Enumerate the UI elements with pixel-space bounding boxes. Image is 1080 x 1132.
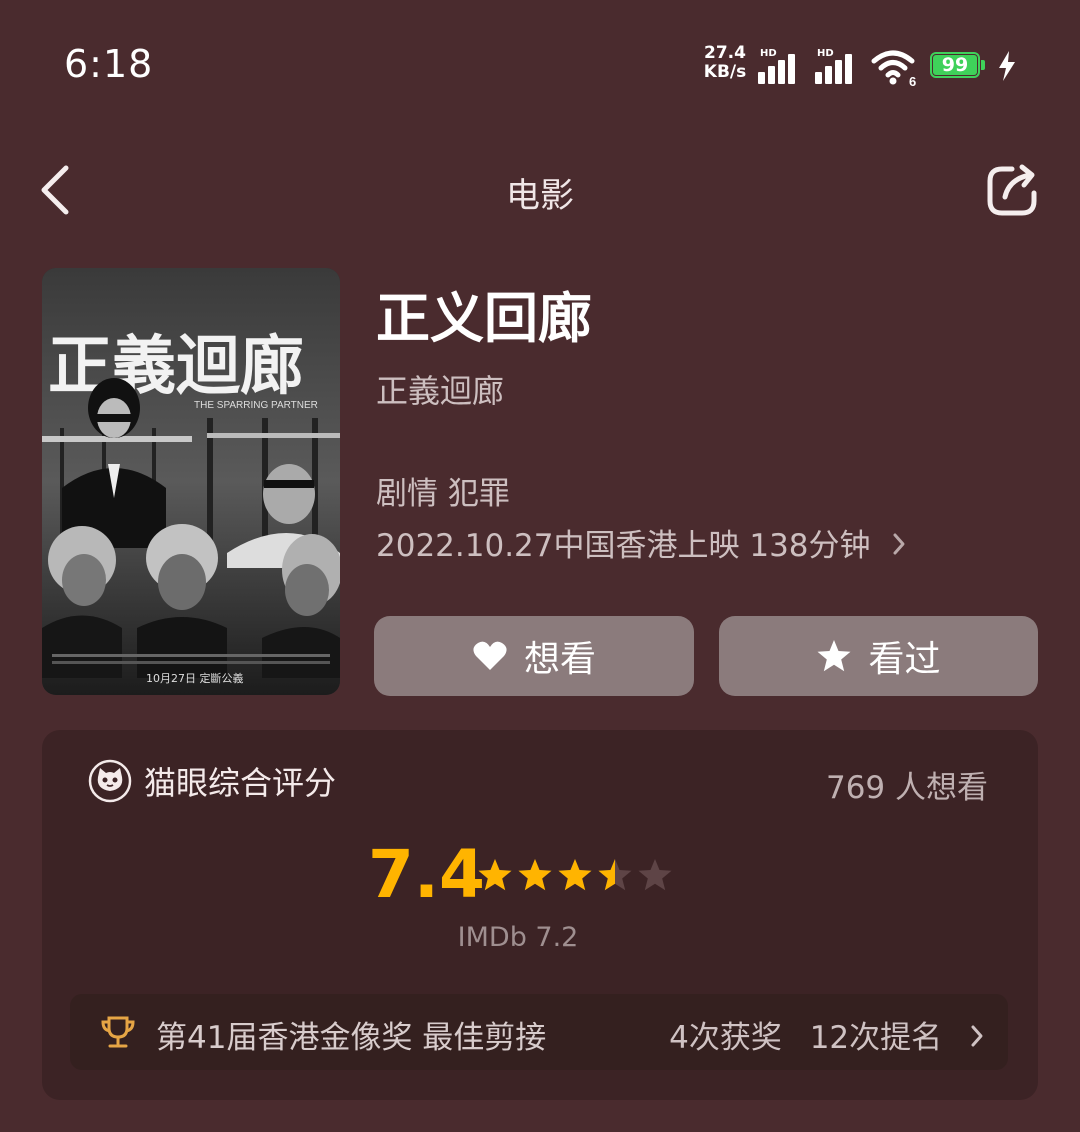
star-rating [477,858,677,898]
release-info-text: 2022.10.27中国香港上映 138分钟 [376,528,871,564]
imdb-rating: IMDb 7.2 [457,922,579,953]
share-icon [987,164,1037,216]
star-icon [478,859,512,891]
signal-icon: HD [815,48,861,84]
rating-score: 7.4 [368,836,485,913]
star-icon [518,859,552,891]
award-title: 第41届香港金像奖 最佳剪接 [156,1020,547,1056]
seen-label: 看过 [868,639,941,680]
star-icon [558,859,592,891]
award-nominations: 12次提名 [809,1020,943,1056]
movie-poster[interactable]: 正義迴廊 THE SPARRING PARTNER 10月27日 定斷公義 [42,268,340,695]
release-info[interactable]: 2022.10.27中国香港上映 138分钟 [376,520,906,565]
chevron-right-icon [970,1020,984,1056]
star-icon [817,640,851,672]
star-icon [638,859,672,891]
network-speed: 27.4 KB/s [703,43,747,82]
svg-text:6: 6 [909,74,916,87]
want-label: 想看 [523,639,596,680]
star-icon [598,859,632,891]
movie-original-title: 正義迴廊 [376,372,505,410]
want-to-watch-button[interactable]: 想看 [374,616,694,696]
award-wins: 4次获奖 [669,1020,782,1056]
back-button[interactable] [30,160,80,220]
status-time: 6:18 [64,42,154,86]
svg-text:THE SPARRING PARTNER: THE SPARRING PARTNER [194,400,318,411]
svg-text:10月27日 定斷公義: 10月27日 定斷公義 [146,671,244,685]
svg-text:正義迴廊: 正義迴廊 [48,329,304,404]
trophy-icon [101,1016,135,1048]
heart-icon [473,641,507,670]
status-bar: 6:18 27.4 KB/s HD HD 6 99 [0,0,1080,130]
wifi-icon: 6 [871,47,919,89]
signal-icon: HD [758,48,804,84]
battery-icon: 99 [930,52,986,80]
maoyan-cat-icon [88,759,132,803]
award-row[interactable]: 第41届香港金像奖 最佳剪接 4次获奖 12次提名 [70,994,1008,1070]
rating-header: 猫眼综合评分 [88,758,336,804]
charging-icon [996,50,1018,82]
want-count: 769 人想看 [825,770,988,806]
movie-genres: 剧情 犯罪 [376,476,510,512]
award-stats: 4次获奖 12次提名 [651,1012,984,1057]
share-button[interactable] [982,160,1044,222]
chevron-left-icon [41,165,69,215]
chevron-right-icon [892,528,906,564]
rating-label: 猫眼综合评分 [144,764,337,802]
movie-title: 正义回廊 [376,287,592,350]
watched-button[interactable]: 看过 [719,616,1038,696]
poster-image: 正義迴廊 THE SPARRING PARTNER 10月27日 定斷公義 [42,268,340,695]
page-title: 电影 [506,176,574,216]
